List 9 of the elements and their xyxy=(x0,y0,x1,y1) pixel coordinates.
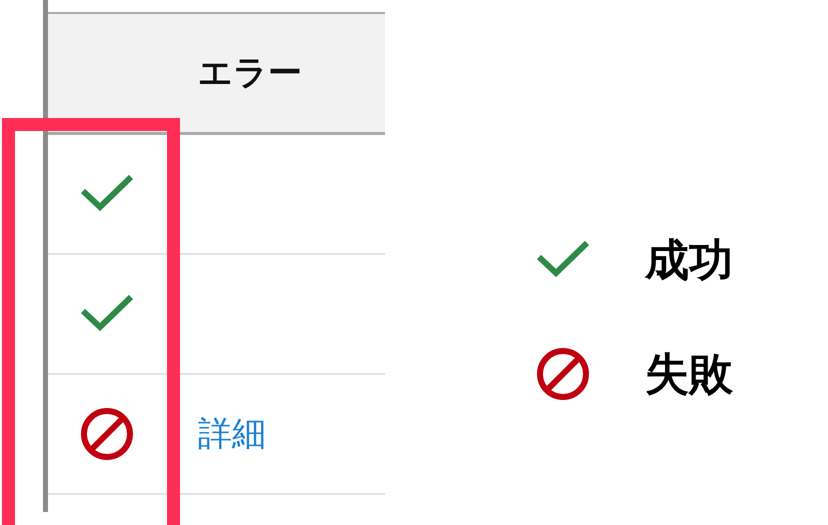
prohibited-icon xyxy=(535,346,591,402)
column-header: エラー xyxy=(198,52,302,95)
legend-label: 失敗 xyxy=(645,348,733,402)
check-icon xyxy=(79,294,135,334)
details-link[interactable]: 詳細 xyxy=(198,411,266,457)
legend-label: 成功 xyxy=(645,234,733,288)
check-icon xyxy=(535,240,591,280)
prohibited-icon xyxy=(79,406,135,462)
check-icon xyxy=(79,174,135,214)
